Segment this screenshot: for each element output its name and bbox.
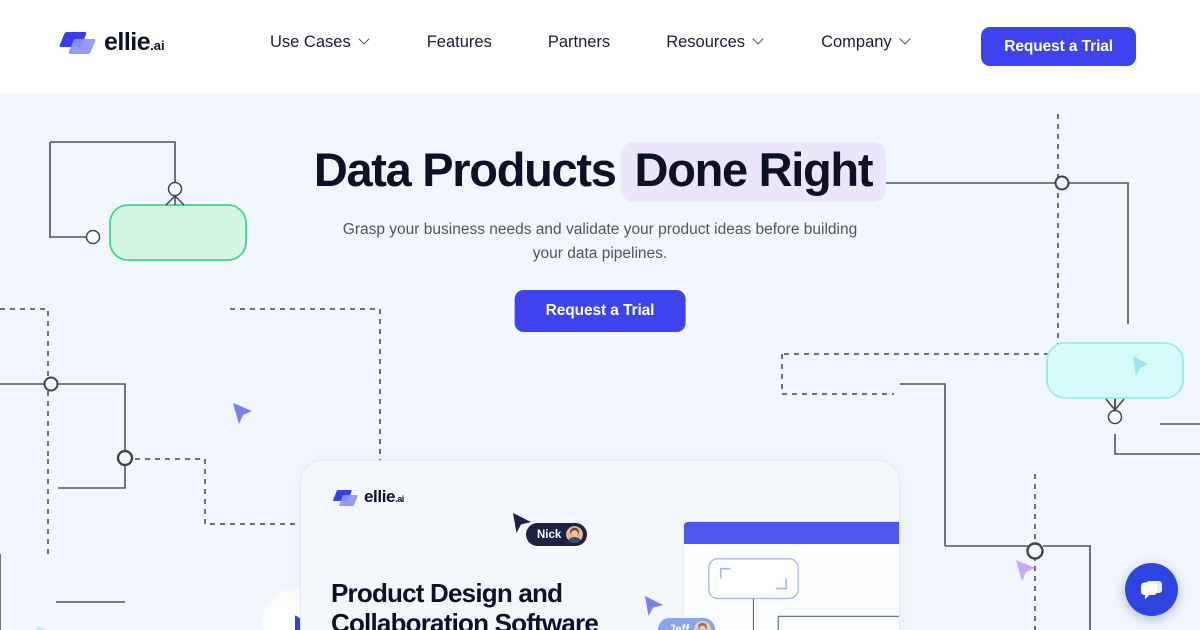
chat-bubbles-icon [1141,580,1162,599]
collaborator-name: Jeff [669,623,690,630]
chevron-down-icon [360,35,371,46]
video-logo-name: ellie [364,487,396,506]
collaborator-pill-jeff: Jeff [658,618,716,630]
chevron-down-icon [754,35,765,46]
nav-label: Company [821,33,892,51]
nav-label: Partners [547,33,611,51]
logo-name: ellie [104,28,151,56]
nav-label: Use Cases [270,33,351,51]
nav-item-use-cases[interactable]: Use Cases [270,33,371,52]
nav-item-company[interactable]: Company [821,33,912,52]
landing-page: ellie.ai Use Cases Features Partners Res… [0,0,1200,630]
mockup-title-bar [684,522,899,544]
header-request-trial-button[interactable]: Request a Trial [981,27,1136,66]
logo-suffix: .ai [150,38,165,53]
site-header: ellie.ai Use Cases Features Partners Res… [0,0,1200,94]
nav-label: Resources [666,33,746,51]
video-card-logo: ellie.ai [332,487,404,507]
cursor-icon [36,626,46,630]
mockup-erd-canvas [708,558,899,630]
main-navigation: Use Cases Features Partners Resources Co… [270,33,912,52]
chevron-down-icon [901,35,912,46]
headline-main: Data Products [313,143,617,196]
page-title: Data Products Done Right [0,142,1200,202]
logo-text: ellie.ai [104,30,165,55]
nav-item-features[interactable]: Features [427,33,492,52]
video-preview-card[interactable]: ellie.ai Product Design and Collaboratio… [300,460,900,630]
video-logo-suffix: .ai [395,494,404,504]
avatar [694,621,712,630]
cursor-icon [1016,560,1035,581]
ellie-logo-icon [58,31,97,55]
avatar [566,526,584,543]
cursor-icon [233,403,252,424]
ellie-logo-icon [332,489,359,506]
headline-highlight: Done Right [620,142,887,202]
site-logo[interactable]: ellie.ai [58,30,165,55]
chat-widget-button[interactable] [1125,563,1178,616]
app-mockup [683,521,899,630]
collaborator-pill-nick: Nick [526,523,588,546]
cursor-jeff [644,595,664,617]
nav-item-resources[interactable]: Resources [666,33,765,52]
hero-request-trial-button[interactable]: Request a Trial [514,290,686,332]
video-card-title: Product Design and Collaboration Softwar… [331,578,599,630]
nav-item-partners[interactable]: Partners [548,33,610,52]
hero-subheading: Grasp your business needs and validate y… [342,221,858,263]
collaborator-name: Nick [537,528,562,541]
hero-section: Data Products Done Right Grasp your busin… [0,94,1200,630]
nav-label: Features [426,33,492,51]
video-card-logo-text: ellie.ai [364,487,404,507]
